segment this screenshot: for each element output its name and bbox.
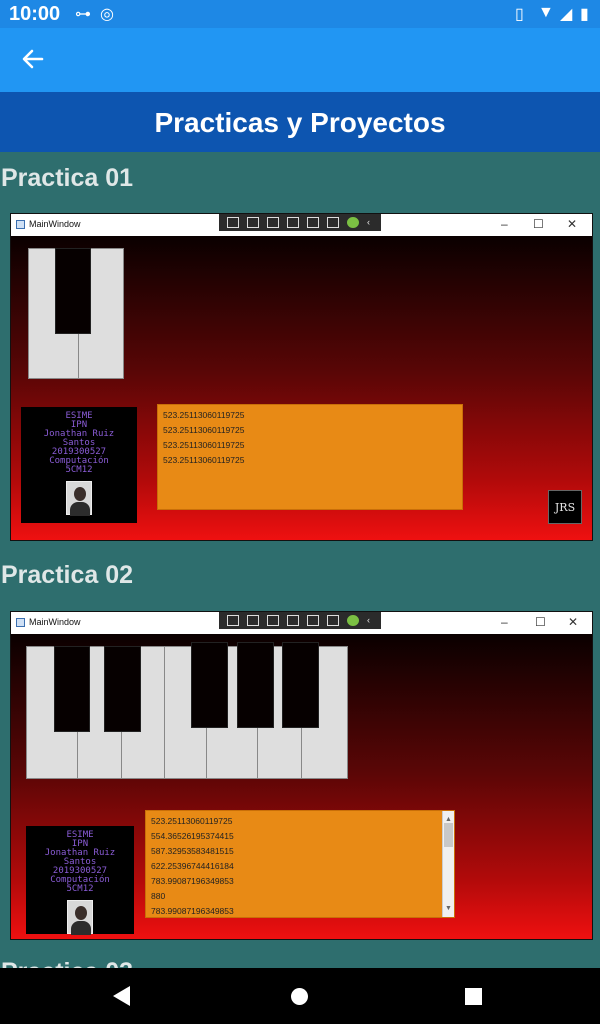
app-bar	[0, 28, 600, 92]
toolbar-icon	[327, 615, 339, 626]
system-nav-bar	[0, 968, 600, 1024]
toolbar-icon	[227, 615, 239, 626]
list-item[interactable]: 880	[151, 889, 438, 904]
list-item[interactable]: 523.25113060119725	[163, 438, 457, 453]
practica-01-screenshot[interactable]: MainWindow – ☐ ✕ ‹ ESIME IPN Jonathan Ru…	[10, 213, 593, 541]
info-line: 5CM12	[66, 884, 94, 894]
close-icon: ✕	[568, 615, 579, 629]
student-info-card: ESIME IPN Jonathan Ruiz Santos 201930052…	[26, 826, 134, 935]
debug-toolbar: ‹	[219, 612, 381, 629]
list-item[interactable]: 523.25113060119725	[151, 814, 438, 829]
toolbar-icon	[327, 217, 339, 228]
list-item[interactable]: 622.25396744416184	[151, 859, 438, 874]
window-icon	[16, 618, 25, 627]
chevron-left-icon: ‹	[367, 615, 370, 625]
toolbar-icon	[287, 217, 299, 228]
toolbar-icon	[247, 615, 259, 626]
info-line: 5CM12	[65, 465, 93, 475]
maximize-icon: ☐	[533, 217, 544, 231]
check-icon	[347, 615, 359, 626]
maximize-icon: ☐	[535, 615, 546, 629]
minimize-icon: –	[501, 217, 508, 231]
vibrate-icon: ▯	[515, 6, 524, 23]
toolbar-icon	[227, 217, 239, 228]
scrollbar-thumb[interactable]	[444, 823, 453, 847]
window-title: MainWindow	[29, 617, 81, 627]
toolbar-icon	[267, 615, 279, 626]
wifi-icon: ▼	[538, 4, 554, 21]
signal-icon: ◢	[560, 6, 573, 23]
nav-home-icon[interactable]	[291, 988, 308, 1005]
status-bar: 10:00 ⊶ ◎ ▯ ▼ ◢ ▮	[0, 0, 600, 28]
back-arrow-icon[interactable]	[18, 44, 48, 74]
nav-recents-icon[interactable]	[465, 988, 482, 1005]
list-item[interactable]: 523.25113060119725	[163, 408, 457, 423]
section-title-practica-01: Practica 01	[1, 164, 134, 192]
piano-black-key	[237, 642, 274, 728]
list-item[interactable]: 783.99087196349853	[151, 874, 438, 889]
scroll-down-icon[interactable]: ▼	[445, 901, 452, 916]
window-icon	[16, 220, 25, 229]
frequency-list[interactable]: 523.25113060119725 523.25113060119725 52…	[157, 404, 463, 510]
list-scrollbar[interactable]: ▲ ▼	[442, 811, 454, 917]
debug-toolbar: ‹	[219, 214, 381, 231]
toolbar-icon	[267, 217, 279, 228]
piano-black-key	[55, 248, 91, 334]
toolbar-icon	[307, 217, 319, 228]
list-item[interactable]: 587.32953583481515	[151, 844, 438, 859]
toolbar-icon	[307, 615, 319, 626]
section-title-practica-02: Practica 02	[1, 561, 134, 589]
battery-icon: ▮	[580, 6, 589, 23]
page-title: Practicas y Proyectos	[154, 107, 446, 138]
sync-icon: ◎	[100, 6, 114, 23]
nav-back-icon[interactable]	[113, 986, 130, 1006]
list-item[interactable]: 554.36526195374415	[151, 829, 438, 844]
check-icon	[347, 217, 359, 228]
list-item[interactable]: 783.99087196349853	[151, 904, 438, 919]
piano-black-key	[104, 646, 141, 732]
close-icon: ✕	[567, 217, 578, 231]
toolbar-icon	[247, 217, 259, 228]
practica-02-screenshot[interactable]: MainWindow – ☐ ✕ ‹ ESIME IPN Jonathan Ru…	[10, 611, 593, 940]
list-item[interactable]: 523.25113060119725	[163, 453, 457, 468]
piano-black-key	[191, 642, 228, 728]
list-item[interactable]: 523.25113060119725	[163, 423, 457, 438]
minimize-icon: –	[501, 615, 508, 629]
piano-canvas: ESIME IPN Jonathan Ruiz Santos 201930052…	[11, 236, 592, 540]
frequency-list[interactable]: 523.25113060119725 554.36526195374415 58…	[145, 810, 455, 918]
piano-black-key	[54, 646, 90, 732]
avatar	[67, 900, 93, 935]
jrs-button[interactable]: JRS	[548, 490, 582, 524]
window-title: MainWindow	[29, 219, 81, 229]
student-info-card: ESIME IPN Jonathan Ruiz Santos 201930052…	[21, 407, 137, 523]
toolbar-icon	[287, 615, 299, 626]
voicemail-icon: ⊶	[75, 6, 91, 23]
piano-black-key	[282, 642, 319, 728]
piano-canvas: ESIME IPN Jonathan Ruiz Santos 201930052…	[11, 634, 592, 939]
chevron-left-icon: ‹	[367, 217, 370, 227]
avatar	[66, 481, 92, 516]
status-time: 10:00	[9, 3, 61, 25]
page-header: Practicas y Proyectos	[0, 92, 600, 152]
